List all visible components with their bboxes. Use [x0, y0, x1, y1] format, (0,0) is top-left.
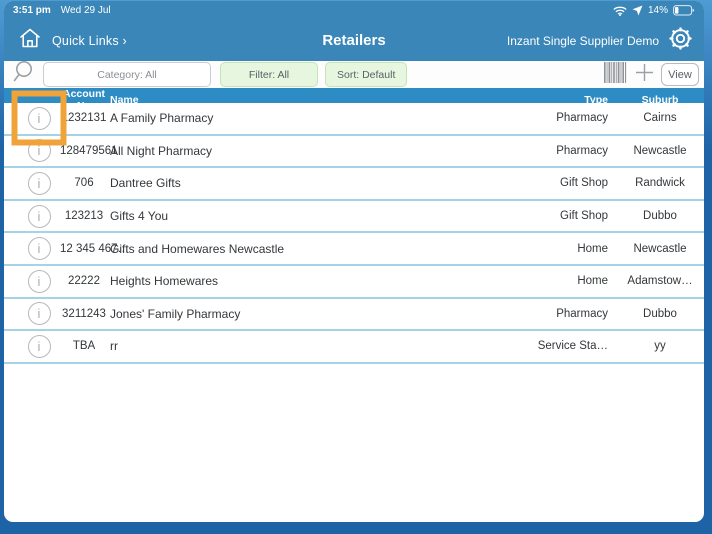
table-row[interactable]: i 128479561 All Night Pharmacy Pharmacy …	[4, 135, 704, 169]
view-button[interactable]: View	[661, 63, 699, 86]
column-header-suburb: Suburb	[641, 94, 679, 106]
row-type: Gift Shop	[560, 210, 608, 223]
column-header-account-no: Account No	[63, 88, 105, 112]
row-suburb: Newcastle	[633, 144, 687, 157]
row-account-no: 128479561	[60, 144, 118, 157]
status-time: 3:51 pm	[13, 5, 51, 16]
info-icon-glyph: i	[37, 338, 41, 354]
category-filter-button[interactable]: Category: All	[43, 62, 211, 87]
status-bar: 3:51 pm Wed 29 Jul 14%	[4, 1, 704, 20]
column-header-name: Name	[110, 94, 139, 106]
row-suburb: yy	[654, 340, 666, 353]
row-suburb: Randwick	[635, 177, 685, 190]
row-suburb: Dubbo	[643, 307, 677, 320]
row-account-no: 3211243	[62, 307, 106, 320]
row-account-no: 22222	[68, 275, 100, 288]
info-icon[interactable]: i	[27, 302, 51, 326]
filter-button[interactable]: Filter: All	[220, 62, 318, 87]
table-row[interactable]: i TBA rr Service Sta… yy	[4, 331, 704, 364]
home-icon[interactable]	[17, 25, 43, 56]
status-left: 3:51 pm Wed 29 Jul	[13, 5, 111, 16]
row-name: Heights Homewares	[110, 274, 219, 289]
row-suburb: Cairns	[643, 112, 677, 125]
nav-bar: Quick Links › Retailers Inzant Single Su…	[4, 20, 704, 61]
info-icon-glyph: i	[37, 273, 41, 289]
row-type: Home	[577, 242, 608, 255]
row-name: All Night Pharmacy	[110, 143, 213, 158]
row-name: A Family Pharmacy	[110, 111, 214, 126]
row-name: Dantree Gifts	[110, 176, 181, 191]
account-name-label: Inzant Single Supplier Demo	[506, 33, 659, 48]
battery-icon	[673, 5, 695, 16]
row-type: Gift Shop	[560, 177, 608, 190]
table-row[interactable]: i 123213 Gifts 4 You Gift Shop Dubbo	[4, 200, 704, 234]
sort-button[interactable]: Sort: Default	[325, 62, 408, 87]
info-icon-glyph: i	[37, 110, 41, 126]
table-body: i 1232131 A Family Pharmacy Pharmacy Cai…	[4, 103, 704, 364]
row-name: Gifts and Homewares Newcastle	[110, 241, 285, 256]
info-icon[interactable]: i	[27, 334, 51, 358]
info-icon[interactable]: i	[27, 106, 51, 130]
info-icon[interactable]: i	[27, 171, 51, 195]
info-icon-glyph: i	[37, 208, 41, 224]
row-info-cell: i	[18, 201, 60, 232]
table-row[interactable]: i 3211243 Jones' Family Pharmacy Pharmac…	[4, 298, 704, 332]
info-icon-glyph: i	[37, 241, 41, 257]
row-account-no: TBA	[72, 340, 96, 353]
add-button-icon[interactable]	[635, 63, 654, 87]
search-icon[interactable]	[11, 59, 35, 90]
gear-icon[interactable]	[667, 25, 694, 57]
row-type: Service Sta…	[537, 340, 608, 353]
row-info-cell: i	[18, 103, 60, 134]
row-type: Pharmacy	[556, 144, 608, 157]
battery-percentage: 14%	[647, 5, 668, 16]
row-type: Pharmacy	[556, 307, 608, 320]
info-icon[interactable]: i	[27, 139, 51, 163]
wifi-icon	[613, 5, 627, 16]
row-type: Pharmacy	[556, 112, 608, 125]
table-row[interactable]: i 22222 Heights Homewares Home Adamstow…	[4, 265, 704, 299]
info-icon[interactable]: i	[27, 204, 51, 228]
status-date: Wed 29 Jul	[60, 5, 111, 16]
info-icon-glyph: i	[37, 175, 41, 191]
row-suburb: Newcastle	[633, 242, 687, 255]
row-info-cell: i	[18, 331, 60, 362]
app-window: 3:51 pm Wed 29 Jul 14% Quick Links › Ret…	[4, 1, 704, 522]
barcode-icon[interactable]	[604, 61, 628, 88]
status-right: 14%	[613, 5, 695, 16]
row-name: rr	[110, 339, 118, 354]
nav-left: Quick Links ›	[17, 25, 127, 56]
quick-links-button[interactable]: Quick Links ›	[52, 34, 127, 48]
row-info-cell: i	[18, 299, 60, 330]
table-row[interactable]: i 1232131 A Family Pharmacy Pharmacy Cai…	[4, 103, 704, 136]
nav-right: Inzant Single Supplier Demo	[507, 25, 694, 57]
row-type: Home	[577, 275, 608, 288]
location-arrow-icon	[632, 5, 643, 16]
info-icon-glyph: i	[37, 306, 41, 322]
info-icon[interactable]: i	[27, 269, 51, 293]
info-icon-glyph: i	[37, 143, 41, 159]
table-header: Account No Name Type Suburb	[4, 88, 704, 112]
row-account-no: 1232131	[61, 112, 107, 125]
row-info-cell: i	[18, 233, 60, 264]
row-account-no: 12 345 467…	[60, 242, 130, 255]
info-icon[interactable]: i	[27, 237, 51, 261]
row-name: Gifts 4 You	[110, 209, 169, 224]
toolbar: Category: All Filter: All Sort: Default	[4, 61, 704, 88]
table-row[interactable]: i 706 Dantree Gifts Gift Shop Randwick	[4, 168, 704, 201]
table-row[interactable]: i 12 345 467… Gifts and Homewares Newcas…	[4, 233, 704, 266]
row-suburb: Dubbo	[643, 210, 677, 223]
row-name: Jones' Family Pharmacy	[110, 306, 241, 321]
row-account-no: 123213	[64, 210, 104, 223]
row-suburb: Adamstow…	[627, 275, 693, 288]
column-header-type: Type	[584, 94, 608, 106]
row-info-cell: i	[18, 168, 60, 199]
row-info-cell: i	[18, 266, 60, 297]
row-account-no: 706	[74, 177, 94, 190]
row-info-cell: i	[18, 136, 60, 167]
